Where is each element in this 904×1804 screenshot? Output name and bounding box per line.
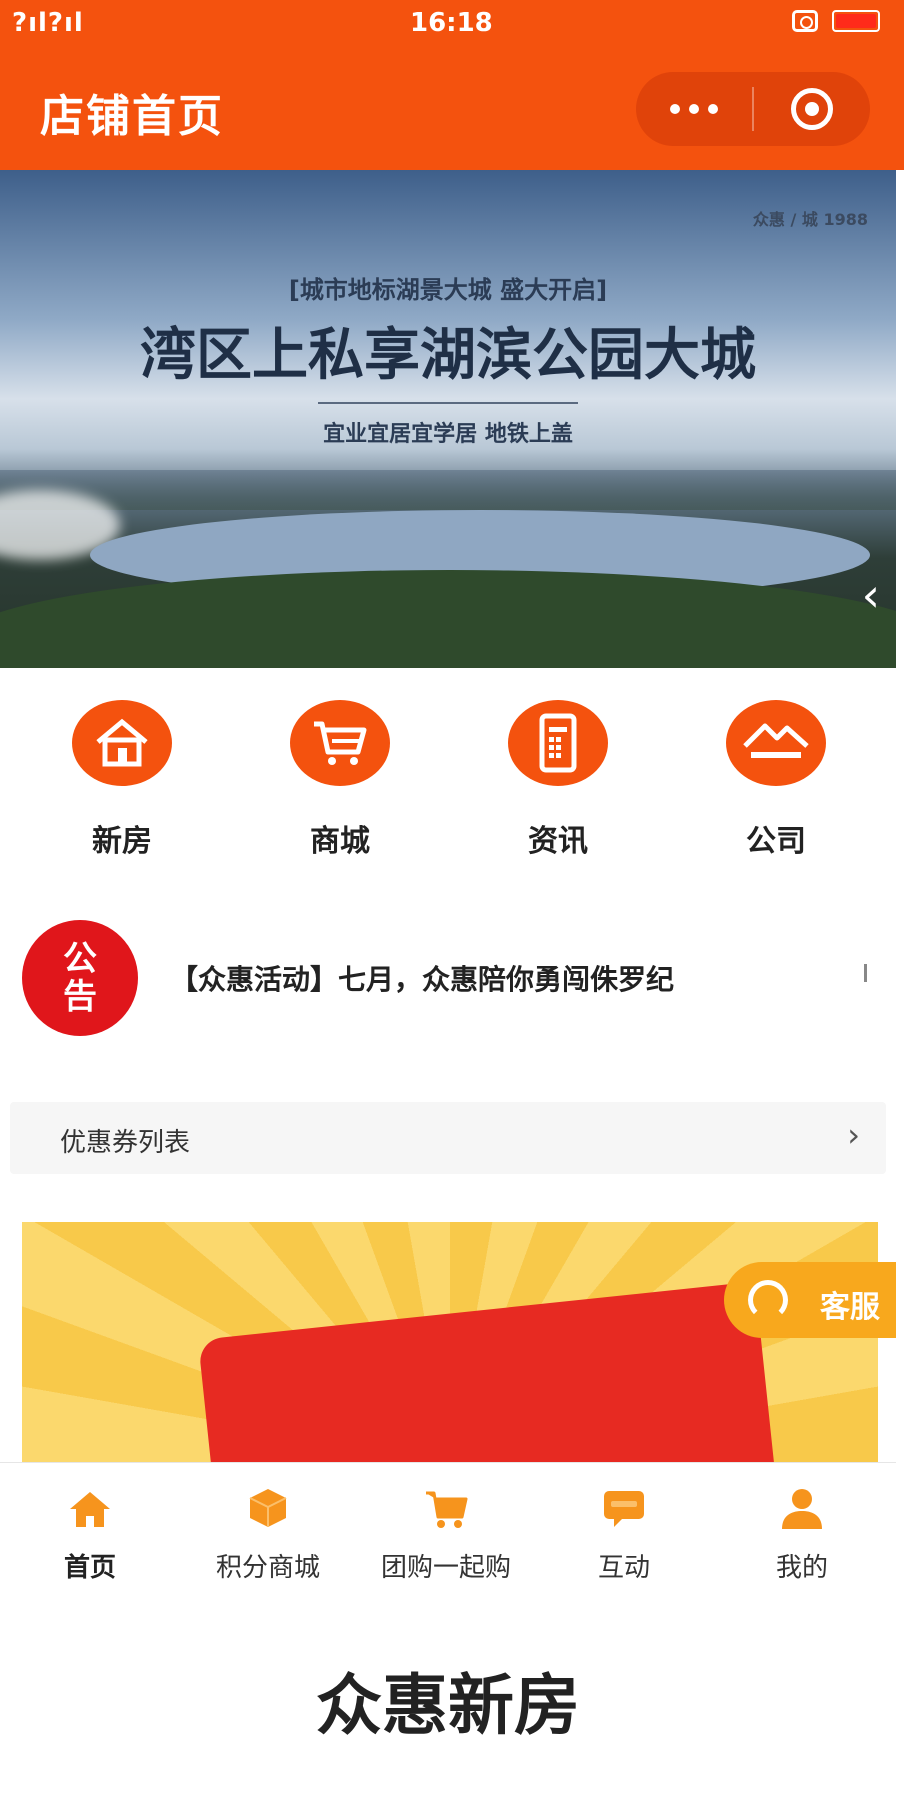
- nav-item-company[interactable]: 公司: [696, 700, 856, 860]
- coupon-list-label: 优惠券列表: [60, 1128, 191, 1158]
- target-circle-icon: [791, 88, 833, 130]
- nav-label: 公司: [746, 824, 806, 859]
- house-icon: [72, 700, 172, 786]
- red-packet-promo[interactable]: [22, 1222, 878, 1462]
- tab-points-mall[interactable]: 积分商城: [178, 1485, 358, 1584]
- banner-logos: 众惠 / 城 1988: [752, 210, 868, 229]
- tab-label: 首页: [63, 1553, 116, 1583]
- nav-label: 资讯: [528, 824, 588, 859]
- box-icon: [246, 1485, 290, 1529]
- nav-item-new-house[interactable]: 新房: [42, 700, 202, 860]
- close-button[interactable]: [754, 88, 870, 130]
- tab-label: 积分商城: [215, 1553, 320, 1583]
- bottom-tab-bar: 首页 积分商城 团购一起购 互动 我的: [0, 1462, 896, 1594]
- banner-tagline: 宜业宜居宜学居 地铁上盖: [323, 422, 573, 447]
- banner-title: 湾区上私享湖滨公园大城: [140, 322, 756, 388]
- status-bar: ?ıl?ıl 16:18: [0, 0, 904, 50]
- page-title: 店铺首页: [40, 91, 224, 142]
- nav-item-mall[interactable]: 商城: [260, 700, 420, 860]
- notice-badge-top: 公: [63, 939, 97, 979]
- nav-label: 商城: [310, 824, 370, 859]
- signal-indicator: ?ıl?ıl: [12, 8, 84, 38]
- tab-label: 互动: [597, 1553, 650, 1583]
- company-icon: [726, 700, 826, 786]
- notice-text[interactable]: 【众惠活动】七月，众惠陪你勇闯侏罗纪: [170, 958, 674, 998]
- banner-skyline: [0, 470, 896, 510]
- notice-bar[interactable]: 公 告 【众惠活动】七月，众惠陪你勇闯侏罗纪: [0, 918, 896, 1038]
- marquee-indicator: [864, 964, 867, 982]
- headset-icon: [748, 1280, 788, 1320]
- mini-program-capsule: [636, 72, 870, 146]
- cart-icon: [290, 700, 390, 786]
- notice-badge-bottom: 告: [63, 977, 97, 1017]
- tab-label: 我的: [775, 1553, 828, 1583]
- coupon-list-row[interactable]: 优惠券列表 ›: [10, 1102, 886, 1174]
- banner-carousel[interactable]: 众惠 / 城 1988 [城市地标湖景大城 盛大开启] 湾区上私享湖滨公园大城 …: [0, 170, 896, 668]
- status-time: 16:18: [410, 8, 493, 38]
- chevron-left-icon[interactable]: ‹: [862, 568, 880, 622]
- more-dots-icon[interactable]: [636, 72, 752, 146]
- banner-divider: [318, 402, 578, 404]
- tab-mine[interactable]: 我的: [712, 1485, 892, 1584]
- status-icons: [792, 10, 880, 32]
- phone-icon: [508, 700, 608, 786]
- notice-badge: 公 告: [22, 920, 138, 1036]
- chat-icon: [602, 1485, 646, 1529]
- tab-group-buy[interactable]: 团购一起购: [356, 1485, 536, 1584]
- battery-icon: [832, 10, 880, 32]
- basket-icon: [424, 1485, 468, 1529]
- category-nav: 新房 商城 资讯 公司: [0, 700, 896, 880]
- red-envelope-image: [198, 1281, 781, 1462]
- title-bar: 店铺首页: [0, 50, 904, 170]
- customer-service-button[interactable]: 客服: [724, 1262, 896, 1338]
- user-icon: [780, 1485, 824, 1529]
- tab-home[interactable]: 首页: [0, 1485, 180, 1584]
- tab-interaction[interactable]: 互动: [534, 1485, 714, 1584]
- camera-icon: [792, 10, 818, 32]
- chevron-right-icon: ›: [847, 1116, 860, 1154]
- banner-subtitle: [城市地标湖景大城 盛大开启]: [288, 276, 608, 304]
- footer-title: 众惠新房: [316, 1666, 580, 1744]
- home-icon: [68, 1485, 112, 1529]
- customer-service-label: 客服: [820, 1290, 880, 1325]
- nav-item-news[interactable]: 资讯: [478, 700, 638, 860]
- tab-label: 团购一起购: [380, 1553, 511, 1583]
- nav-label: 新房: [92, 824, 152, 859]
